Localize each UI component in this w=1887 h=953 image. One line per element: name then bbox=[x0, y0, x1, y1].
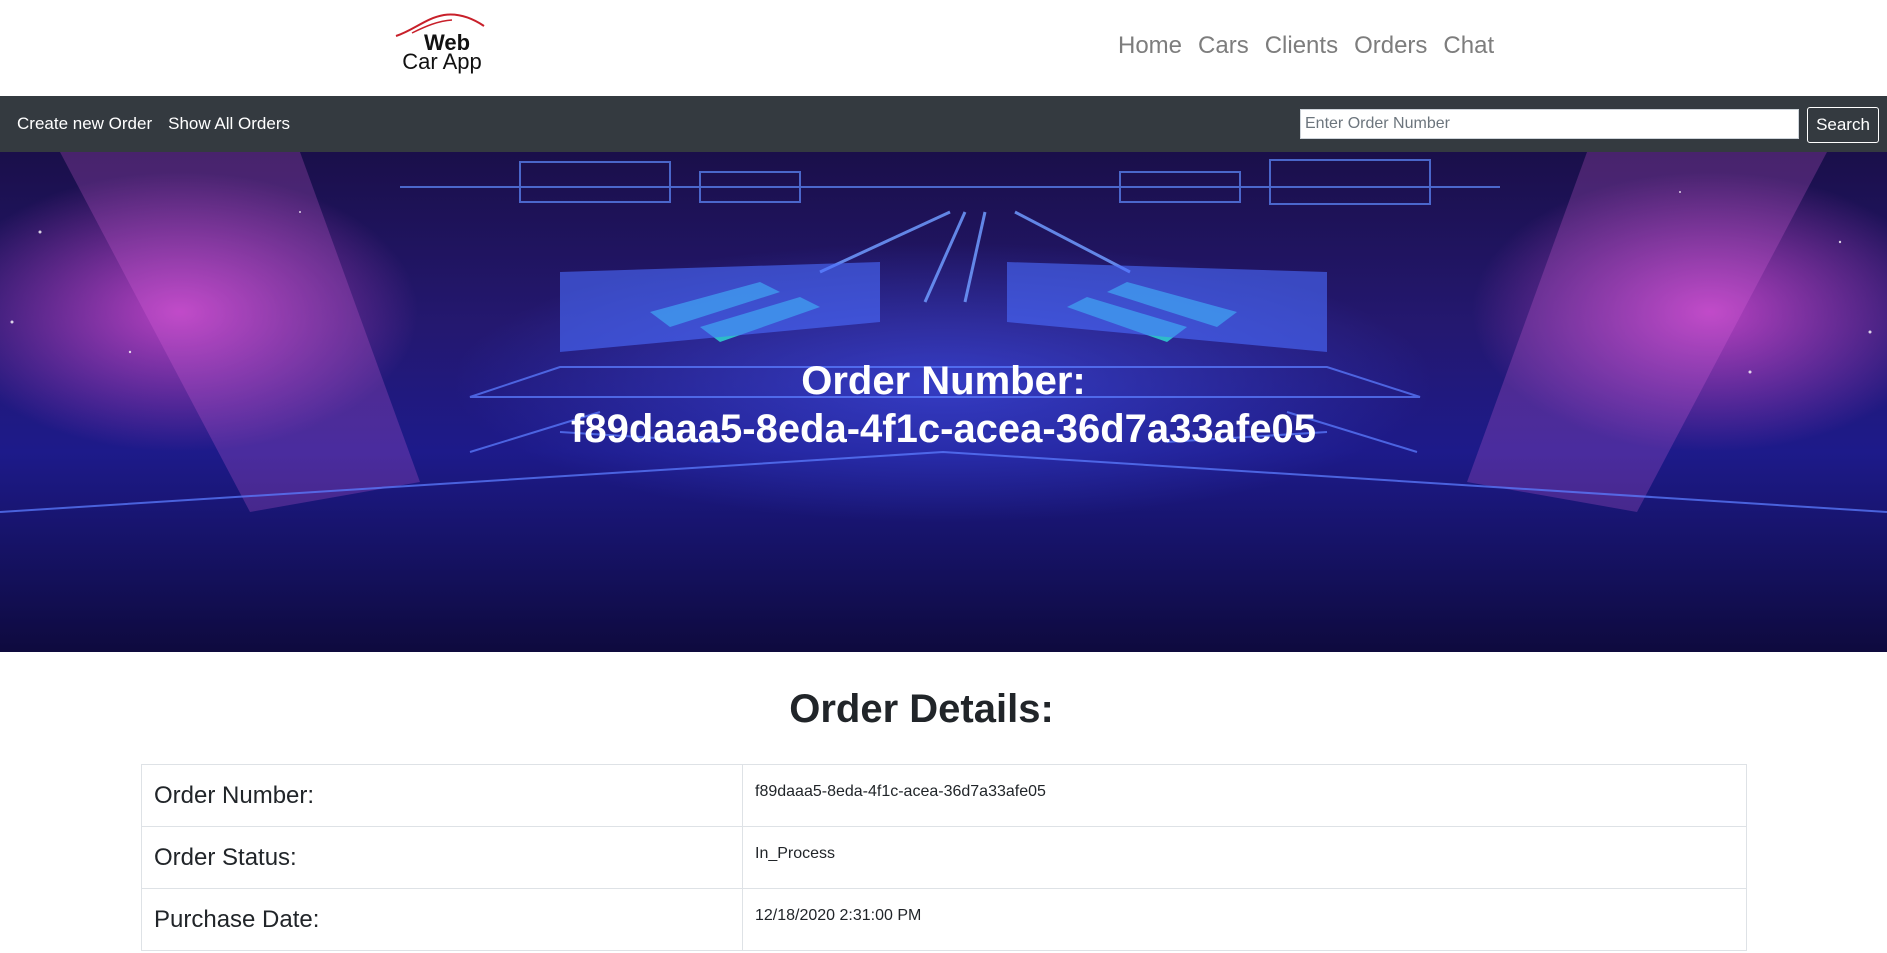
order-number-label: Order Number: bbox=[141, 764, 743, 827]
nav-cars[interactable]: Cars bbox=[1198, 28, 1249, 64]
logo-text-car-app: Car App bbox=[402, 49, 482, 74]
hero-order-number-heading: Order Number: f89daaa5-8eda-4f1c-acea-36… bbox=[0, 357, 1887, 453]
order-number-value: f89daaa5-8eda-4f1c-acea-36d7a33afe05 bbox=[742, 764, 1747, 827]
table-row: Order Status: In_Process bbox=[141, 826, 1747, 889]
order-status-label: Order Status: bbox=[141, 826, 743, 889]
table-row: Purchase Date: 12/18/2020 2:31:00 PM bbox=[141, 888, 1747, 951]
purchase-date-value: 12/18/2020 2:31:00 PM bbox=[742, 888, 1747, 951]
show-all-orders-link[interactable]: Show All Orders bbox=[168, 114, 290, 134]
nav-home[interactable]: Home bbox=[1118, 28, 1182, 64]
nav-clients[interactable]: Clients bbox=[1265, 28, 1338, 64]
logo[interactable]: Web Car App bbox=[392, 10, 492, 76]
order-search-input[interactable] bbox=[1300, 109, 1799, 139]
top-header: Web Car App Home Cars Clients Orders Cha… bbox=[0, 0, 1887, 96]
order-status-value: In_Process bbox=[742, 826, 1747, 889]
hero-title-label: Order Number: bbox=[801, 359, 1086, 403]
hero-banner: Order Number: f89daaa5-8eda-4f1c-acea-36… bbox=[0, 152, 1887, 652]
nav-orders[interactable]: Orders bbox=[1354, 28, 1427, 64]
hero-title-value: f89daaa5-8eda-4f1c-acea-36d7a33afe05 bbox=[571, 407, 1316, 451]
search-button[interactable]: Search bbox=[1807, 107, 1879, 143]
order-details-title: Order Details: bbox=[789, 687, 1054, 731]
main-nav: Home Cars Clients Orders Chat bbox=[1118, 28, 1494, 64]
subnav-links: Create new Order Show All Orders bbox=[17, 96, 290, 152]
order-details-table: Order Number: f89daaa5-8eda-4f1c-acea-36… bbox=[141, 764, 1747, 951]
purchase-date-label: Purchase Date: bbox=[141, 888, 743, 951]
table-row: Order Number: f89daaa5-8eda-4f1c-acea-36… bbox=[141, 764, 1747, 827]
create-order-link[interactable]: Create new Order bbox=[17, 114, 152, 134]
nav-chat[interactable]: Chat bbox=[1443, 28, 1494, 64]
